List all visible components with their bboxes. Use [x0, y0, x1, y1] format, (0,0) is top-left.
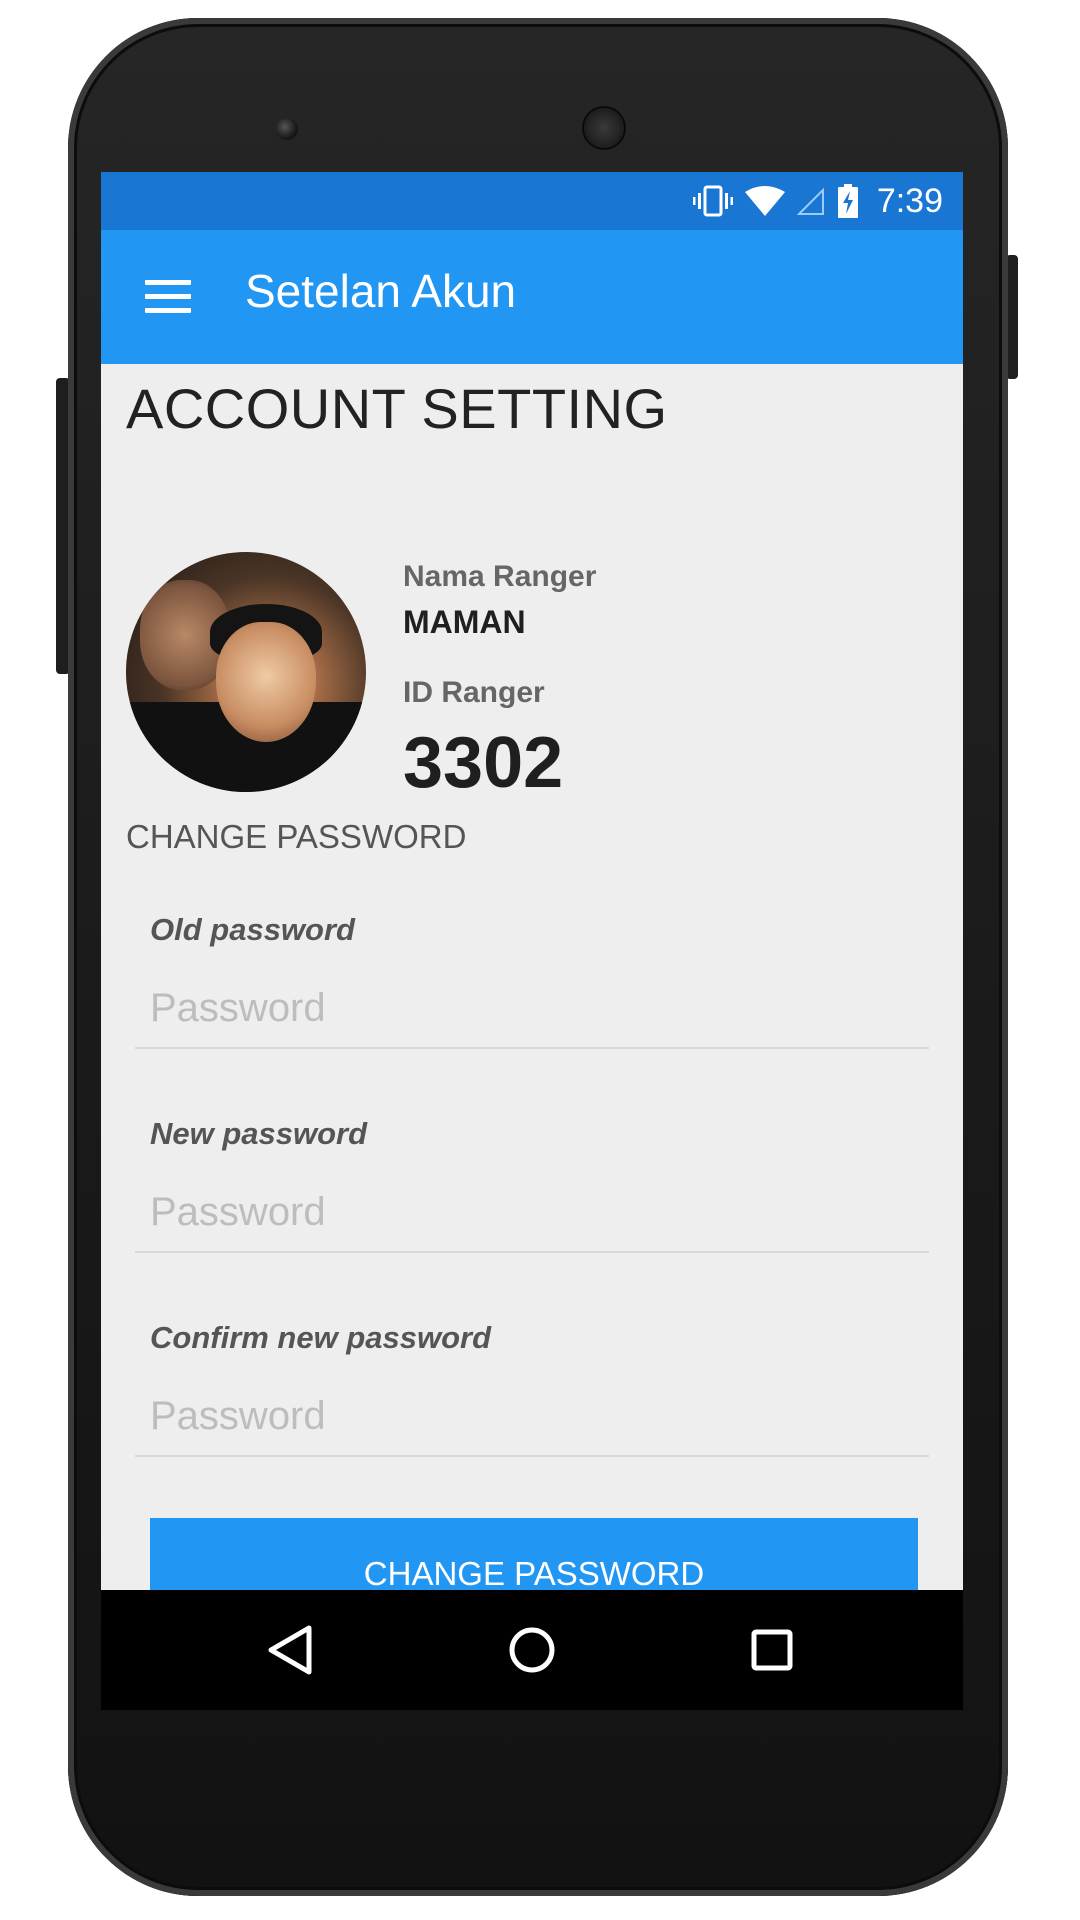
app-bar: Setelan Akun	[101, 230, 963, 364]
name-value: MAMAN	[403, 604, 526, 640]
wifi-icon	[744, 186, 785, 216]
screen: 7:39 Setelan Akun ACCOUNT SETTING Nama R…	[101, 172, 963, 1590]
back-icon[interactable]	[251, 1610, 331, 1690]
menu-icon[interactable]	[145, 280, 191, 314]
change-password-title: CHANGE PASSWORD	[126, 818, 467, 855]
battery-charging-icon	[837, 184, 858, 218]
status-icons: 7:39	[692, 172, 943, 230]
new-password-input[interactable]	[135, 1173, 929, 1253]
page-title: ACCOUNT SETTING	[126, 377, 668, 440]
status-time: 7:39	[876, 181, 943, 220]
id-label: ID Ranger	[403, 676, 545, 709]
app-title: Setelan Akun	[245, 265, 517, 317]
status-bar: 7:39	[101, 172, 963, 230]
change-password-button[interactable]: CHANGE PASSWORD	[150, 1518, 918, 1590]
id-value: 3302	[403, 723, 564, 803]
old-password-input[interactable]	[135, 969, 929, 1049]
avatar	[126, 552, 366, 792]
new-password-label: New password	[150, 1116, 368, 1151]
recents-icon[interactable]	[732, 1610, 812, 1690]
name-label: Nama Ranger	[403, 560, 597, 593]
earpiece-speaker	[582, 106, 626, 150]
front-camera	[276, 118, 298, 140]
confirm-password-input[interactable]	[135, 1377, 929, 1457]
home-icon[interactable]	[492, 1610, 572, 1690]
confirm-password-label: Confirm new password	[150, 1320, 492, 1355]
navigation-bar	[101, 1590, 963, 1710]
old-password-label: Old password	[150, 912, 355, 947]
signal-icon	[796, 187, 824, 215]
vibrate-icon	[692, 185, 733, 217]
